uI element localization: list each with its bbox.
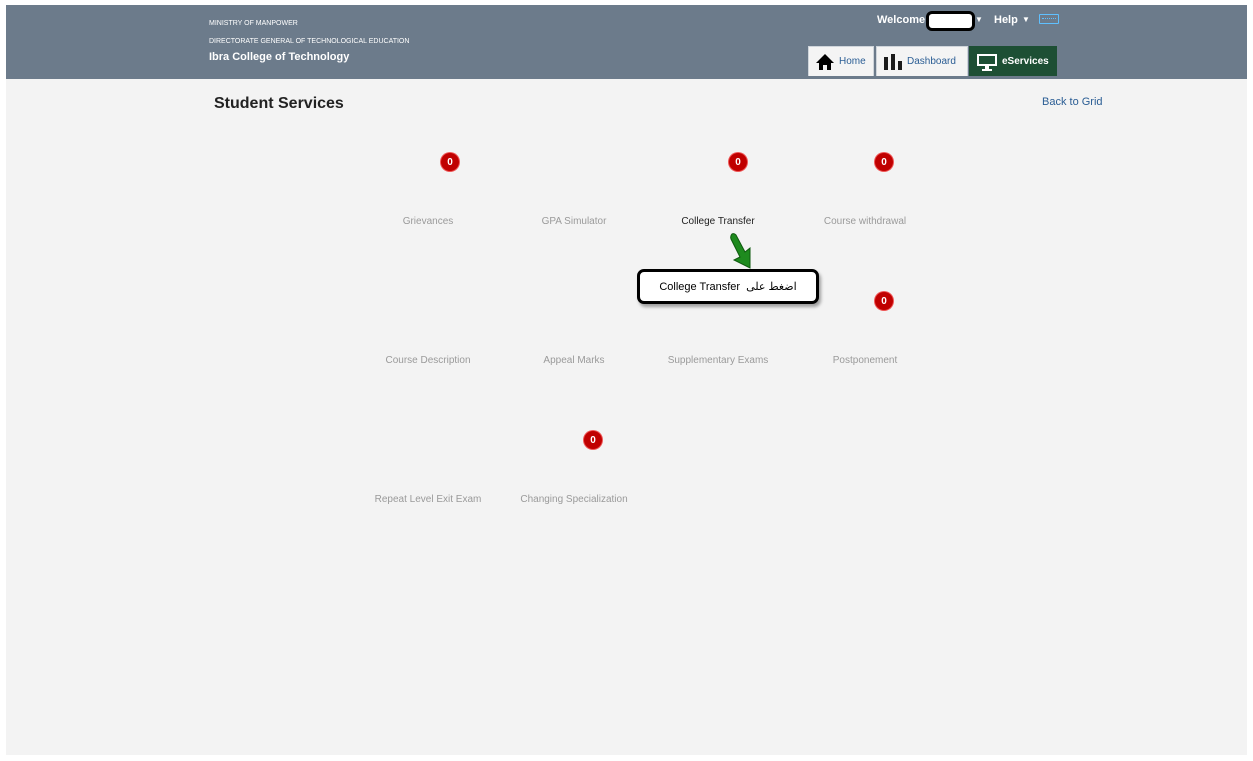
tab-home-label: Home [839,56,866,67]
arrow-down-icon [730,233,751,269]
keyboard-icon[interactable] [1039,14,1059,24]
callout-english-text: College Transfer [659,280,741,293]
help-menu[interactable]: Help [994,14,1018,26]
grievances-badge: 0 [441,153,459,171]
page-title: Student Services [214,95,344,112]
tile-postponement[interactable]: Postponement [805,354,925,367]
monitor-icon [977,53,997,71]
tab-home[interactable]: Home [808,46,874,76]
home-icon [816,53,834,70]
tile-college-transfer[interactable]: College Transfer [658,215,778,228]
tile-gpa-simulator[interactable]: GPA Simulator [514,215,634,228]
tile-supplementary-exams[interactable]: Supplementary Exams [658,354,778,367]
changing-specialization-badge: 0 [584,431,602,449]
welcome-label: Welcome [877,14,926,26]
tile-grievances[interactable]: Grievances [368,215,488,228]
ministry-label: MINISTRY OF MANPOWER [209,20,298,27]
tile-appeal-marks[interactable]: Appeal Marks [514,354,634,367]
bar-chart-icon [884,53,902,70]
instruction-callout: College Transfer اضغط على [637,269,819,304]
college-name: Ibra College of Technology [209,51,350,63]
college-transfer-badge: 0 [729,153,747,171]
tile-changing-specialization[interactable]: Changing Specialization [514,493,634,506]
header-bar: MINISTRY OF MANPOWER DIRECTORATE GENERAL… [6,5,1247,79]
tab-dashboard-label: Dashboard [907,56,956,67]
callout-arabic-text: اضغط على [746,281,797,293]
user-name-redacted[interactable] [926,11,975,31]
back-to-grid-link[interactable]: Back to Grid [1042,96,1103,108]
course-withdrawal-badge: 0 [875,153,893,171]
tab-eservices-label: eServices [1002,56,1049,67]
help-caret-icon[interactable]: ▼ [1022,15,1030,24]
directorate-label: DIRECTORATE GENERAL OF TECHNOLOGICAL EDU… [209,38,410,45]
tile-course-description[interactable]: Course Description [368,354,488,367]
postponement-badge: 0 [875,292,893,310]
tab-eservices[interactable]: eServices [969,46,1057,76]
tile-course-withdrawal[interactable]: Course withdrawal [805,215,925,228]
user-menu-caret-icon[interactable]: ▼ [975,15,983,24]
tile-repeat-level-exit-exam[interactable]: Repeat Level Exit Exam [368,493,488,506]
page-frame: MINISTRY OF MANPOWER DIRECTORATE GENERAL… [6,5,1247,755]
tab-dashboard[interactable]: Dashboard [876,46,968,76]
